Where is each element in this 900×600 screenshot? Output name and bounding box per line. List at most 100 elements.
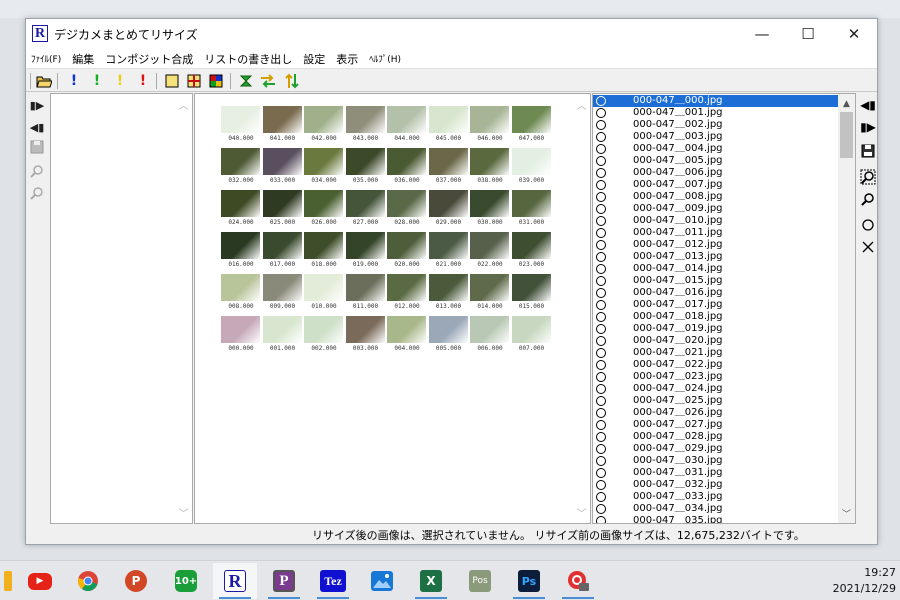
- thumbnail-item[interactable]: 044.000: [387, 106, 427, 148]
- taskbar-app-partial[interactable]: [0, 563, 16, 599]
- thumbnail-item[interactable]: 034.000: [304, 148, 344, 190]
- thumbnail-item[interactable]: 014.000: [470, 274, 510, 316]
- thumbnail-item[interactable]: 009.000: [262, 274, 303, 316]
- zoom-icon[interactable]: [860, 191, 876, 207]
- thumbnail-scrollbar[interactable]: ︿ ﹀: [573, 94, 590, 523]
- taskbar-resize-app[interactable]: R: [213, 563, 257, 599]
- thumbnail-item[interactable]: 042.000: [304, 106, 344, 148]
- file-list-item[interactable]: 000-047＿032.jpg: [593, 479, 838, 491]
- file-list-item[interactable]: 000-047＿035.jpg: [593, 515, 838, 523]
- step-back-icon[interactable]: ◀▮: [860, 97, 876, 113]
- file-list-item[interactable]: 000-047＿009.jpg: [593, 203, 838, 215]
- taskbar-tez-app[interactable]: Tez: [311, 563, 355, 599]
- menu-composite[interactable]: コンポジット合成: [105, 51, 193, 67]
- file-list-item[interactable]: 000-047＿000.jpg: [593, 95, 838, 107]
- file-list-item[interactable]: 000-047＿031.jpg: [593, 467, 838, 479]
- thumbnail-item[interactable]: 010.000: [304, 274, 344, 316]
- file-list-item[interactable]: 000-047＿002.jpg: [593, 119, 838, 131]
- thumbnail-item[interactable]: 003.000: [345, 316, 386, 358]
- mark-red-icon[interactable]: !: [135, 73, 151, 89]
- scroll-down-icon[interactable]: ﹀: [573, 504, 590, 521]
- swap-vertical-icon[interactable]: [284, 73, 300, 89]
- thumbnail-item[interactable]: 024.000: [221, 190, 261, 232]
- thumbnail-item[interactable]: 039.000: [511, 148, 552, 190]
- thumbnail-item[interactable]: 038.000: [470, 148, 510, 190]
- thumbnail-pane[interactable]: 040.000 041.000 042.000 043.000 044.000 045.0…: [194, 93, 591, 524]
- thumbnail-item[interactable]: 031.000: [511, 190, 552, 232]
- scroll-up-icon[interactable]: ︿: [573, 96, 590, 113]
- file-list-item[interactable]: 000-047＿013.jpg: [593, 251, 838, 263]
- file-list-pane[interactable]: 000-047＿000.jpg 000-047＿001.jpg 000-047＿00…: [592, 93, 856, 524]
- menu-settings[interactable]: 設定: [303, 51, 325, 67]
- composite-grid-icon[interactable]: [186, 73, 202, 89]
- thumbnail-item[interactable]: 001.000: [262, 316, 303, 358]
- file-list-item[interactable]: 000-047＿011.jpg: [593, 227, 838, 239]
- close-button[interactable]: ✕: [831, 19, 877, 49]
- menu-file[interactable]: ﾌｧｲﾙ(F): [31, 52, 61, 65]
- minimize-button[interactable]: —: [739, 19, 785, 49]
- zoom-region-icon[interactable]: [860, 169, 876, 185]
- thumbnail-item[interactable]: 040.000: [221, 106, 261, 148]
- thumbnail-item[interactable]: 043.000: [345, 106, 386, 148]
- step-forward-icon[interactable]: ▮▶: [860, 119, 876, 135]
- menu-help[interactable]: ﾍﾙﾌﾟ(H): [369, 52, 401, 65]
- mark-blue-icon[interactable]: !: [66, 73, 82, 89]
- thumbnail-item[interactable]: 007.000: [511, 316, 552, 358]
- single-frame-icon[interactable]: [164, 73, 180, 89]
- file-list-item[interactable]: 000-047＿006.jpg: [593, 167, 838, 179]
- thumbnail-item[interactable]: 012.000: [387, 274, 427, 316]
- thumbnail-item[interactable]: 032.000: [221, 148, 261, 190]
- menu-list-export[interactable]: リストの書き出し: [204, 51, 292, 67]
- thumbnail-item[interactable]: 037.000: [428, 148, 469, 190]
- thumbnail-item[interactable]: 002.000: [304, 316, 344, 358]
- file-list-item[interactable]: 000-047＿025.jpg: [593, 395, 838, 407]
- thumbnail-item[interactable]: 018.000: [304, 232, 344, 274]
- scroll-thumb[interactable]: [840, 112, 853, 158]
- file-list-item[interactable]: 000-047＿003.jpg: [593, 131, 838, 143]
- file-list-item[interactable]: 000-047＿007.jpg: [593, 179, 838, 191]
- file-list-item[interactable]: 000-047＿028.jpg: [593, 431, 838, 443]
- thumbnail-item[interactable]: 005.000: [428, 316, 469, 358]
- scroll-up-icon[interactable]: ︿: [175, 96, 192, 113]
- file-list-item[interactable]: 000-047＿012.jpg: [593, 239, 838, 251]
- open-folder-icon[interactable]: [36, 73, 52, 89]
- file-list-item[interactable]: 000-047＿021.jpg: [593, 347, 838, 359]
- file-list-item[interactable]: 000-047＿019.jpg: [593, 323, 838, 335]
- file-list-item[interactable]: 000-047＿023.jpg: [593, 371, 838, 383]
- zoom-icon[interactable]: [29, 185, 45, 201]
- thumbnail-item[interactable]: 020.000: [387, 232, 427, 274]
- taskbar-photoshop[interactable]: Ps: [507, 563, 551, 599]
- taskbar-chrome[interactable]: [66, 563, 110, 599]
- file-list-item[interactable]: 000-047＿018.jpg: [593, 311, 838, 323]
- thumbnail-item[interactable]: 035.000: [345, 148, 386, 190]
- left-scrollbar[interactable]: ︿ ﹀: [175, 94, 192, 523]
- file-list-item[interactable]: 000-047＿034.jpg: [593, 503, 838, 515]
- thumbnail-item[interactable]: 011.000: [345, 274, 386, 316]
- thumbnail-item[interactable]: 041.000: [262, 106, 303, 148]
- file-list-item[interactable]: 000-047＿010.jpg: [593, 215, 838, 227]
- thumbnail-item[interactable]: 013.000: [428, 274, 469, 316]
- swap-horizontal-icon[interactable]: [260, 73, 276, 89]
- cross-mark-icon[interactable]: [860, 239, 876, 255]
- menu-view[interactable]: 表示: [336, 51, 358, 67]
- file-list-item[interactable]: 000-047＿015.jpg: [593, 275, 838, 287]
- system-clock[interactable]: 19:27 2021/12/29: [833, 565, 896, 597]
- thumbnail-item[interactable]: 033.000: [262, 148, 303, 190]
- file-list-item[interactable]: 000-047＿033.jpg: [593, 491, 838, 503]
- thumbnail-item[interactable]: 045.000: [428, 106, 469, 148]
- thumbnail-item[interactable]: 036.000: [387, 148, 427, 190]
- file-list-item[interactable]: 000-047＿008.jpg: [593, 191, 838, 203]
- thumbnail-item[interactable]: 028.000: [387, 190, 427, 232]
- file-list-item[interactable]: 000-047＿022.jpg: [593, 359, 838, 371]
- step-forward-icon[interactable]: ▮▶: [29, 97, 45, 113]
- scroll-down-icon[interactable]: ﹀: [838, 505, 855, 522]
- left-preview-pane[interactable]: ︿ ﹀: [50, 93, 193, 524]
- thumbnail-item[interactable]: 030.000: [470, 190, 510, 232]
- thumbnail-item[interactable]: 046.000: [470, 106, 510, 148]
- file-list-item[interactable]: 000-047＿005.jpg: [593, 155, 838, 167]
- taskbar-camera-app[interactable]: [556, 563, 600, 599]
- taskbar-p-app[interactable]: P: [262, 563, 306, 599]
- thumbnail-item[interactable]: 021.000: [428, 232, 469, 274]
- taskbar-excel[interactable]: X: [409, 563, 453, 599]
- file-list-item[interactable]: 000-047＿016.jpg: [593, 287, 838, 299]
